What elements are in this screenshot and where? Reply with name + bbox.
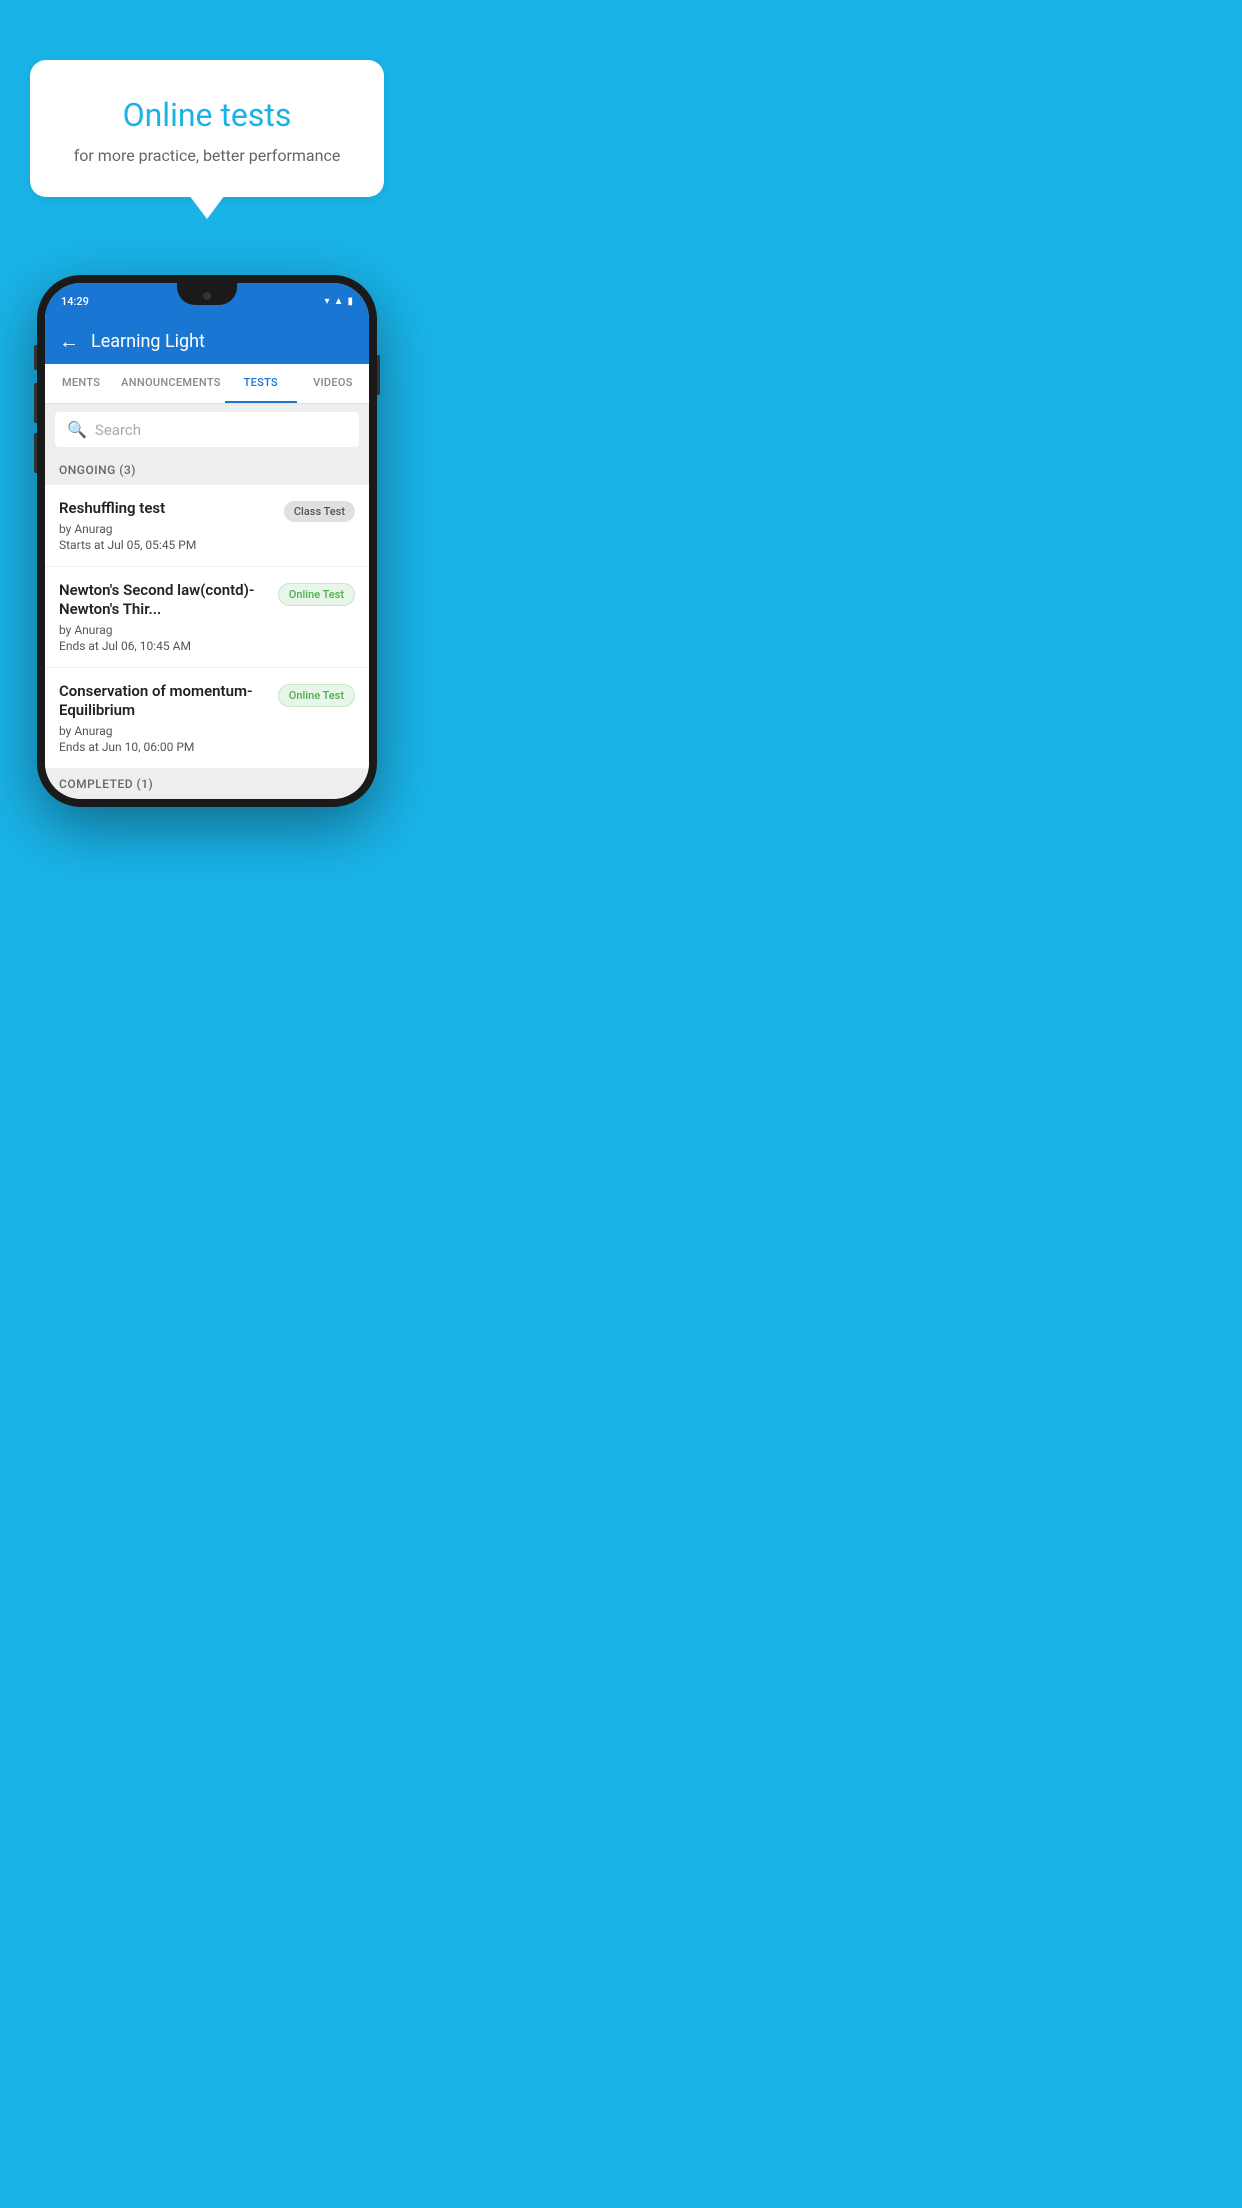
test-name: Newton's Second law(contd)-Newton's Thir…	[59, 581, 268, 620]
status-bar: 14:29 ▾ ▲ ▮	[45, 283, 369, 319]
search-input[interactable]: Search	[95, 421, 141, 439]
bubble-subtitle: for more practice, better performance	[58, 146, 356, 165]
test-badge-online-2: Online Test	[278, 684, 355, 707]
phone-wrapper: 14:29 ▾ ▲ ▮ ← Learning Light MENTS	[0, 275, 414, 807]
test-name: Reshuffling test	[59, 499, 274, 519]
test-item[interactable]: Reshuffling test by Anurag Starts at Jul…	[45, 485, 369, 567]
bubble-title: Online tests	[58, 96, 356, 134]
test-author: by Anurag	[59, 522, 274, 536]
test-info: Newton's Second law(contd)-Newton's Thir…	[59, 581, 268, 653]
camera	[203, 292, 211, 300]
test-author: by Anurag	[59, 724, 268, 738]
search-container: 🔍 Search	[45, 404, 369, 455]
completed-section-header: COMPLETED (1)	[45, 769, 369, 799]
test-item[interactable]: Newton's Second law(contd)-Newton's Thir…	[45, 567, 369, 668]
back-button[interactable]: ←	[59, 329, 79, 354]
test-date: Starts at Jul 05, 05:45 PM	[59, 538, 274, 552]
phone-screen: 14:29 ▾ ▲ ▮ ← Learning Light MENTS	[45, 283, 369, 799]
test-badge-class: Class Test	[284, 501, 355, 522]
tab-announcements[interactable]: ANNOUNCEMENTS	[117, 364, 225, 403]
tab-tests[interactable]: TESTS	[225, 364, 297, 403]
search-bar[interactable]: 🔍 Search	[55, 412, 359, 447]
test-date: Ends at Jun 10, 06:00 PM	[59, 740, 268, 754]
test-name: Conservation of momentum-Equilibrium	[59, 682, 268, 721]
test-badge-online: Online Test	[278, 583, 355, 606]
volume-down-button	[34, 433, 37, 473]
volume-up-button	[34, 383, 37, 423]
app-title: Learning Light	[91, 331, 205, 352]
test-item[interactable]: Conservation of momentum-Equilibrium by …	[45, 668, 369, 769]
wifi-icon: ▾	[325, 296, 330, 307]
test-info: Conservation of momentum-Equilibrium by …	[59, 682, 268, 754]
power-button	[377, 355, 380, 395]
speech-bubble: Online tests for more practice, better p…	[30, 60, 384, 197]
ongoing-section-header: ONGOING (3)	[45, 455, 369, 485]
signal-icon: ▲	[334, 296, 344, 307]
search-icon: 🔍	[67, 420, 87, 439]
status-time: 14:29	[61, 295, 89, 308]
app-header: ← Learning Light	[45, 319, 369, 364]
test-info: Reshuffling test by Anurag Starts at Jul…	[59, 499, 274, 552]
test-author: by Anurag	[59, 623, 268, 637]
tab-videos[interactable]: VIDEOS	[297, 364, 369, 403]
tab-ments[interactable]: MENTS	[45, 364, 117, 403]
phone-outer: 14:29 ▾ ▲ ▮ ← Learning Light MENTS	[37, 275, 377, 807]
battery-icon: ▮	[347, 296, 353, 307]
hero-section: Online tests for more practice, better p…	[0, 0, 414, 227]
tabs-bar: MENTS ANNOUNCEMENTS TESTS VIDEOS	[45, 364, 369, 404]
status-icons: ▾ ▲ ▮	[325, 296, 353, 307]
mute-button	[34, 345, 37, 370]
test-date: Ends at Jul 06, 10:45 AM	[59, 639, 268, 653]
test-list: Reshuffling test by Anurag Starts at Jul…	[45, 485, 369, 769]
notch	[177, 283, 237, 305]
